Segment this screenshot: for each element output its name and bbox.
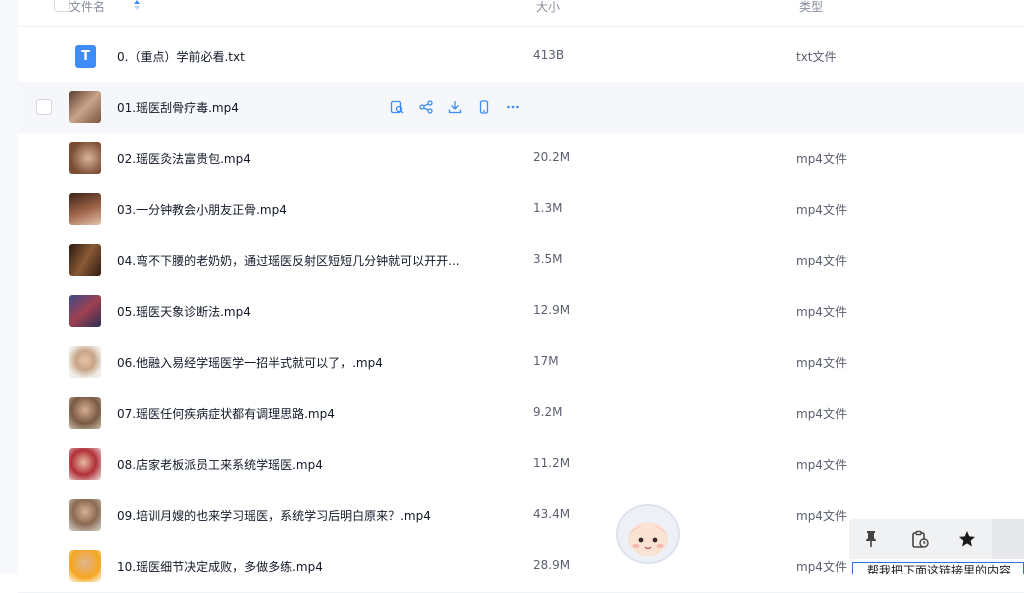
file-name[interactable]: 09.培训月嫂的也来学习瑶医，系统学习后明白原来？.mp4 (117, 507, 431, 524)
header-size[interactable]: 大小 (536, 0, 560, 15)
pin-icon[interactable] (851, 519, 891, 559)
file-type: mp4文件 (796, 203, 847, 217)
clipboard-history-icon[interactable] (900, 519, 940, 559)
file-row[interactable]: 06.他融入易经学瑶医学一招半式就可以了，.mp4 17M mp4文件 (18, 337, 1024, 389)
file-name[interactable]: 06.他融入易经学瑶医学一招半式就可以了，.mp4 (117, 354, 383, 371)
file-size: 17M (533, 354, 559, 368)
sort-icon[interactable] (133, 0, 141, 10)
video-thumbnail (69, 193, 101, 225)
file-name[interactable]: 01.瑶医刮骨疗毒.mp4 (117, 99, 239, 116)
select-all-checkbox[interactable] (54, 0, 70, 12)
file-row[interactable]: 03.一分钟教会小朋友正骨.mp4 1.3M mp4文件 (18, 184, 1024, 236)
file-type: mp4文件 (796, 407, 847, 421)
file-name[interactable]: 07.瑶医任何疾病症状都有调理思路.mp4 (117, 405, 335, 422)
file-row[interactable]: 05.瑶医天象诊断法.mp4 12.9M mp4文件 (18, 286, 1024, 338)
file-size: 413B (533, 48, 565, 62)
row-checkbox[interactable] (36, 99, 52, 115)
file-type: txt文件 (796, 50, 837, 64)
download-icon[interactable] (446, 98, 464, 116)
file-size: 28.9M (533, 558, 571, 572)
file-type: mp4文件 (796, 305, 847, 319)
file-row[interactable]: 02.瑶医灸法富贵包.mp4 20.2M mp4文件 (18, 133, 1024, 185)
file-type: mp4文件 (796, 509, 847, 523)
file-name[interactable]: 05.瑶医天象诊断法.mp4 (117, 303, 251, 320)
file-row[interactable]: 08.店家老板派员工来系统学瑶医.mp4 11.2M mp4文件 (18, 439, 1024, 491)
file-size: 1.3M (533, 201, 563, 215)
more-options-icon[interactable] (504, 98, 522, 116)
file-name[interactable]: 10.瑶医细节决定成败，多做多练.mp4 (117, 558, 323, 575)
online-preview-icon[interactable] (388, 98, 406, 116)
star-icon[interactable] (947, 519, 987, 559)
chat-input-field[interactable]: 帮我把下面这链接里的内容 (852, 562, 1024, 574)
file-size: 11.2M (533, 456, 571, 470)
file-row-hovered[interactable]: 01.瑶医刮骨疗毒.mp4 (18, 82, 1024, 134)
file-size: 3.5M (533, 252, 563, 266)
file-name[interactable]: 04.弯不下腰的老奶奶，通过瑶医反射区短短几分钟就可以开开... (117, 252, 460, 269)
file-size: 12.9M (533, 303, 571, 317)
file-row[interactable]: T 0.（重点）学前必看.txt 413B txt文件 (18, 31, 1024, 83)
left-panel-edge (0, 0, 18, 574)
video-thumbnail (69, 397, 101, 429)
video-thumbnail (69, 550, 101, 582)
file-type: mp4文件 (796, 356, 847, 370)
floating-toolbar (849, 519, 1024, 559)
video-thumbnail (69, 295, 101, 327)
toolbar-extra-slot[interactable] (992, 519, 1024, 559)
file-row[interactable]: 04.弯不下腰的老奶奶，通过瑶医反射区短短几分钟就可以开开... 3.5M mp… (18, 235, 1024, 287)
txt-file-icon: T (75, 45, 96, 68)
file-row[interactable]: 07.瑶医任何疾病症状都有调理思路.mp4 9.2M mp4文件 (18, 388, 1024, 440)
video-thumbnail (69, 91, 101, 123)
file-type: mp4文件 (796, 152, 847, 166)
file-size: 43.4M (533, 507, 571, 521)
video-thumbnail (69, 499, 101, 531)
file-size: 20.2M (533, 150, 571, 164)
file-type: mp4文件 (796, 254, 847, 268)
file-name[interactable]: 0.（重点）学前必看.txt (117, 48, 245, 65)
share-icon[interactable] (417, 98, 435, 116)
send-to-phone-icon[interactable] (475, 98, 493, 116)
assistant-mascot-icon[interactable] (612, 499, 684, 565)
file-size: 9.2M (533, 405, 563, 419)
file-list-header: 文件名 大小 类型 (18, 0, 1024, 27)
header-filename[interactable]: 文件名 (69, 0, 105, 15)
video-thumbnail (69, 142, 101, 174)
video-thumbnail (69, 346, 101, 378)
file-name[interactable]: 08.店家老板派员工来系统学瑶医.mp4 (117, 456, 323, 473)
file-type: mp4文件 (796, 560, 847, 574)
file-name[interactable]: 02.瑶医灸法富贵包.mp4 (117, 150, 251, 167)
file-type: mp4文件 (796, 458, 847, 472)
video-thumbnail (69, 244, 101, 276)
header-type[interactable]: 类型 (799, 0, 823, 15)
file-name[interactable]: 03.一分钟教会小朋友正骨.mp4 (117, 201, 287, 218)
row-actions (388, 98, 522, 116)
video-thumbnail (69, 448, 101, 480)
